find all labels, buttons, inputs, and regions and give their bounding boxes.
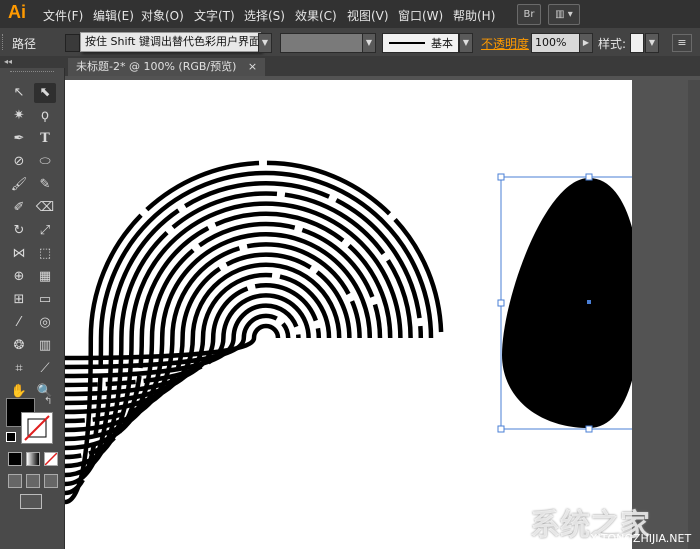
artboard-tool-icon[interactable]: ⌗ bbox=[8, 359, 30, 379]
pen-tool-icon[interactable]: ✒ bbox=[8, 129, 30, 149]
graphic-style-label: 样式: bbox=[598, 37, 627, 51]
draw-inside-icon[interactable] bbox=[44, 474, 58, 488]
free-transform-tool-icon[interactable]: ⬚ bbox=[34, 244, 56, 264]
close-tab-icon[interactable]: × bbox=[248, 60, 257, 73]
arrange-documents-button[interactable]: ▥ ▾ bbox=[548, 4, 580, 25]
symbol-sprayer-tool-icon[interactable]: ❂ bbox=[8, 336, 30, 356]
panel-grip bbox=[10, 71, 54, 74]
stroke-weight-dropdown[interactable]: ▼ bbox=[362, 33, 376, 53]
direct-selection-tool-icon[interactable]: ⬉ bbox=[34, 83, 56, 103]
selection-handle bbox=[497, 299, 505, 307]
no-stroke-icon bbox=[24, 415, 50, 441]
bridge-button[interactable]: Br bbox=[517, 4, 541, 25]
fingerprint-rings bbox=[65, 160, 444, 505]
paintbrush-tool-icon[interactable]: 🖌 bbox=[8, 175, 30, 195]
none-mode-icon[interactable] bbox=[44, 452, 58, 466]
graphic-style-dropdown[interactable]: ▼ bbox=[645, 33, 659, 53]
blend-tool-icon[interactable]: ◎ bbox=[34, 313, 56, 333]
magic-wand-tool-icon[interactable]: ✷ bbox=[8, 106, 30, 126]
graphic-style-swatch[interactable] bbox=[630, 33, 644, 53]
mesh-tool-icon[interactable]: ⊞ bbox=[8, 290, 30, 310]
pencil-tool-icon[interactable]: ✎ bbox=[34, 175, 56, 195]
menu-object[interactable]: 对象(O) bbox=[141, 7, 184, 24]
line-segment-tool-icon[interactable]: ⊘ bbox=[8, 152, 30, 172]
color-mode-icon[interactable] bbox=[8, 452, 22, 466]
artboard[interactable] bbox=[65, 80, 632, 549]
slice-tool-icon[interactable]: ⟋ bbox=[34, 359, 56, 379]
eraser-tool-icon[interactable]: ⌫ bbox=[34, 198, 56, 218]
opacity-link[interactable]: 不透明度 bbox=[481, 35, 529, 52]
stroke-color-swatch[interactable] bbox=[21, 412, 53, 444]
draw-behind-icon[interactable] bbox=[26, 474, 40, 488]
ring-arc bbox=[210, 282, 322, 339]
menu-window[interactable]: 窗口(W) bbox=[398, 7, 443, 24]
eyedropper-tool-icon[interactable]: ⁄ bbox=[8, 313, 30, 333]
menu-select[interactable]: 选择(S) bbox=[244, 7, 285, 24]
grip-handle bbox=[2, 34, 6, 50]
document-setup-icon[interactable]: ≡ bbox=[672, 34, 692, 52]
artwork-canvas bbox=[65, 160, 632, 505]
rotate-tool-icon[interactable]: ↻ bbox=[8, 221, 30, 241]
gradient-mode-icon[interactable] bbox=[26, 452, 40, 466]
menu-edit[interactable]: 编辑(E) bbox=[93, 7, 134, 24]
ring-arc bbox=[251, 323, 281, 339]
menu-help[interactable]: 帮助(H) bbox=[453, 7, 495, 24]
column-graph-tool-icon[interactable]: ▥ bbox=[34, 336, 56, 356]
center-point bbox=[587, 300, 591, 304]
screen-mode-icon[interactable] bbox=[20, 494, 42, 509]
menu-effect[interactable]: 效果(C) bbox=[295, 7, 337, 24]
swap-colors-icon[interactable]: ↰ bbox=[44, 396, 52, 407]
perspective-grid-tool-icon[interactable]: ▦ bbox=[34, 267, 56, 287]
selection-type-label: 路径 bbox=[12, 37, 37, 51]
tools-panel: ◂◂ ↖ ⬉ ✷ ϙ ✒ T ⊘ ⬭ 🖌 ✎ ✐ ⌫ ↻ ⤢ ⋈ ⬚ ⊕ ▦ ⊞… bbox=[0, 56, 68, 549]
color-hint-tooltip: 按住 Shift 键调出替代色彩用户界面 bbox=[80, 32, 261, 52]
selection-handle bbox=[497, 425, 505, 433]
app-logo: Ai bbox=[8, 2, 26, 22]
menu-file[interactable]: 文件(F) bbox=[43, 7, 83, 24]
menu-bar: Ai 文件(F) 编辑(E) 对象(O) 文字(T) 选择(S) 效果(C) 视… bbox=[0, 0, 700, 28]
egg-shape-selection[interactable] bbox=[497, 173, 632, 433]
fill-swatch[interactable] bbox=[65, 34, 80, 52]
watermark-url: XITONGZHIJIA.NET bbox=[590, 532, 692, 545]
selection-handle bbox=[497, 173, 505, 181]
stroke-preview-line bbox=[389, 42, 425, 44]
fill-dropdown-button[interactable]: ▼ bbox=[258, 33, 272, 53]
scale-tool-icon[interactable]: ⤢ bbox=[34, 221, 56, 241]
opacity-dropdown-button[interactable]: ▶ bbox=[579, 33, 593, 53]
ellipse-tool-icon[interactable]: ⬭ bbox=[34, 152, 56, 172]
opacity-input[interactable]: 100% bbox=[531, 33, 582, 53]
menu-type[interactable]: 文字(T) bbox=[194, 7, 235, 24]
selection-handle bbox=[585, 173, 593, 181]
document-tab-title: 未标题-2* @ 100% (RGB/预览) bbox=[76, 60, 237, 73]
gradient-tool-icon[interactable]: ▭ bbox=[34, 290, 56, 310]
stroke-weight-field[interactable] bbox=[280, 33, 372, 53]
egg-shape bbox=[502, 178, 632, 428]
type-tool-icon[interactable]: T bbox=[34, 129, 56, 149]
brush-definition-field[interactable]: 基本 bbox=[382, 33, 459, 53]
blob-brush-tool-icon[interactable]: ✐ bbox=[8, 198, 30, 218]
shape-builder-tool-icon[interactable]: ⊕ bbox=[8, 267, 30, 287]
control-bar: 路径 按住 Shift 键调出替代色彩用户界面 ▼ ▼ 基本 ▼ 不透明度 10… bbox=[0, 28, 700, 57]
menu-view[interactable]: 视图(V) bbox=[347, 7, 389, 24]
default-colors-icon[interactable] bbox=[6, 432, 16, 442]
stroke-style-value: 基本 bbox=[431, 37, 453, 50]
width-tool-icon[interactable]: ⋈ bbox=[8, 244, 30, 264]
draw-normal-icon[interactable] bbox=[8, 474, 22, 488]
lasso-tool-icon[interactable]: ϙ bbox=[34, 106, 56, 126]
selection-tool-icon[interactable]: ↖ bbox=[8, 83, 30, 103]
brush-dropdown-button[interactable]: ▼ bbox=[459, 33, 473, 53]
panel-collapse-icon[interactable]: ◂◂ bbox=[0, 56, 68, 68]
vertical-scrollbar[interactable] bbox=[688, 80, 700, 549]
document-tab[interactable]: 未标题-2* @ 100% (RGB/预览) × bbox=[68, 58, 266, 76]
selection-handle bbox=[585, 425, 593, 433]
